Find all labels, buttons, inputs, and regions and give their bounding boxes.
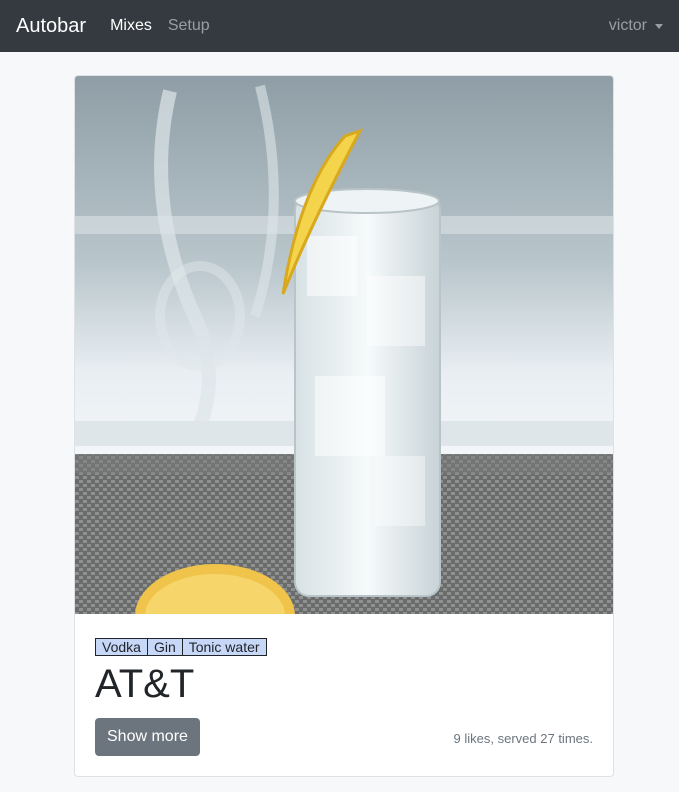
- nav-link-mixes[interactable]: Mixes: [110, 17, 152, 35]
- nav-link-setup[interactable]: Setup: [168, 17, 210, 35]
- ingredient-tags: Vodka Gin Tonic water: [95, 638, 593, 656]
- tag-vodka: Vodka: [95, 638, 148, 656]
- tag-gin: Gin: [146, 638, 183, 656]
- user-name: victor: [608, 17, 647, 34]
- show-more-button[interactable]: Show more: [95, 718, 200, 756]
- mix-title: AT&T: [95, 662, 195, 706]
- brand-logo[interactable]: Autobar: [16, 15, 86, 38]
- drink-image: [75, 76, 613, 614]
- user-menu[interactable]: victor: [609, 17, 663, 35]
- mix-stats: 9 likes, served 27 times.: [453, 731, 593, 746]
- navbar: Autobar Mixes Setup victor: [0, 0, 679, 52]
- card-body: Vodka Gin Tonic water AT&T Show more 9 l…: [75, 614, 613, 776]
- tag-tonic-water: Tonic water: [181, 638, 267, 656]
- mix-card: Vodka Gin Tonic water AT&T Show more 9 l…: [74, 75, 614, 777]
- chevron-down-icon: [655, 23, 663, 29]
